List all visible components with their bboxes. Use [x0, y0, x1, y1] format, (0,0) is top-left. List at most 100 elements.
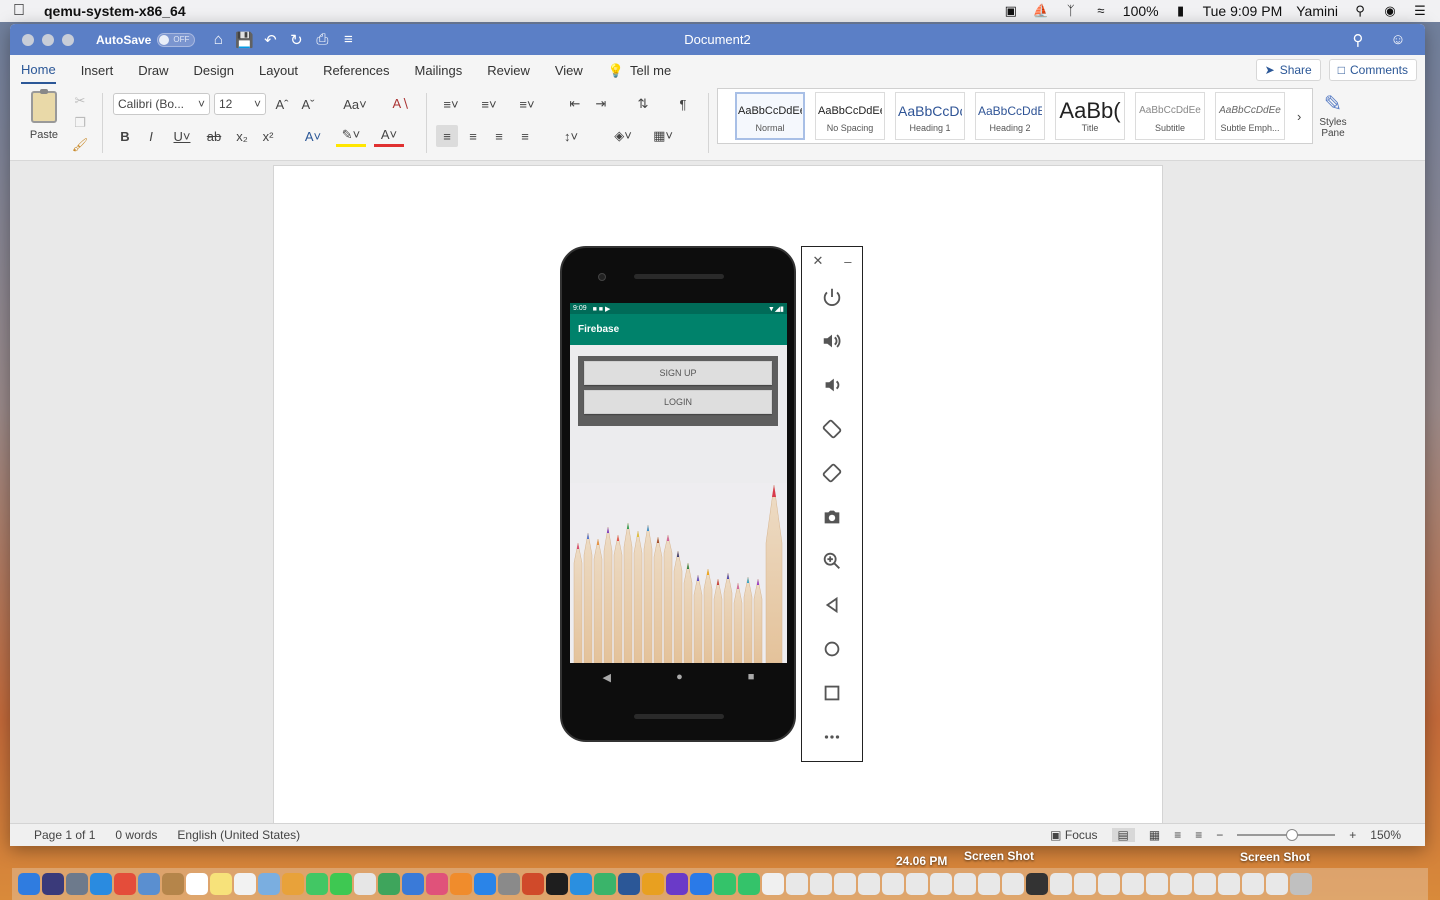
bold-icon[interactable]: B — [116, 125, 134, 147]
signup-button[interactable]: SIGN UP — [584, 361, 772, 385]
document-icon[interactable] — [762, 873, 784, 895]
screenshot-button[interactable] — [802, 495, 862, 539]
screenshot-thumb-icon[interactable] — [882, 873, 904, 895]
focus-button[interactable]: ▣ Focus — [1050, 828, 1097, 842]
save-icon[interactable]: 💾 — [233, 30, 255, 50]
screenshot-thumb-icon[interactable] — [978, 873, 1000, 895]
style-title[interactable]: AaBb( Title — [1055, 92, 1125, 140]
github-icon[interactable] — [666, 873, 688, 895]
minimize-window-button[interactable] — [42, 33, 54, 46]
screenshot-thumb-icon[interactable] — [834, 873, 856, 895]
system-preferences-icon[interactable] — [498, 873, 520, 895]
sublime-icon[interactable] — [642, 873, 664, 895]
screenshot-thumb-icon[interactable] — [1098, 873, 1120, 895]
pages-icon[interactable] — [354, 873, 376, 895]
rotate-left-button[interactable] — [802, 407, 862, 451]
emulator-2-icon[interactable] — [738, 873, 760, 895]
android-studio-icon[interactable] — [594, 873, 616, 895]
zoom-slider[interactable] — [1237, 829, 1336, 841]
highlight-icon[interactable]: ✎˅ — [336, 125, 366, 147]
battery-percent[interactable]: 100% — [1123, 3, 1159, 19]
battery-icon[interactable]: ▮ — [1173, 4, 1189, 18]
bluetooth-icon[interactable]: ᛉ — [1063, 4, 1079, 18]
app-name[interactable]: qemu-system-x86_64 — [44, 3, 186, 19]
grow-font-icon[interactable]: Aˆ — [272, 93, 292, 115]
recents-square-icon[interactable]: ■ — [748, 671, 755, 683]
decrease-indent-icon[interactable]: ⇤ — [564, 93, 586, 115]
align-center-icon[interactable]: ≡ — [462, 125, 484, 147]
justify-icon[interactable]: ≡ — [514, 125, 536, 147]
paste-button[interactable]: Paste — [22, 89, 66, 141]
outline-icon[interactable]: ≡ — [1174, 828, 1181, 842]
search-icon[interactable]: ⚲ — [1347, 30, 1369, 50]
desktop-file-time[interactable]: 24.06 PM — [896, 854, 947, 868]
finder-icon[interactable] — [18, 873, 40, 895]
zoom-button[interactable] — [802, 539, 862, 583]
power-button[interactable] — [802, 275, 862, 319]
line-spacing-icon[interactable]: ↕˅ — [554, 125, 588, 147]
show-formatting-icon[interactable]: ¶ — [672, 93, 694, 115]
home-icon[interactable]: ⌂ — [207, 30, 229, 50]
print-layout-icon[interactable]: ▤ — [1111, 828, 1135, 842]
more-button[interactable] — [802, 715, 862, 759]
style-subtitle[interactable]: AaBbCcDdEe Subtitle — [1135, 92, 1205, 140]
screenshot-thumb-icon[interactable] — [786, 873, 808, 895]
clock[interactable]: Tue 9:09 PM — [1203, 3, 1283, 19]
share-button[interactable]: ➤ Share — [1255, 59, 1321, 81]
web-layout-icon[interactable]: ▦ — [1149, 828, 1160, 842]
rotate-right-button[interactable] — [802, 451, 862, 495]
copy-icon[interactable]: ❐ — [72, 115, 88, 131]
screenshot-thumb-icon[interactable] — [1026, 873, 1048, 895]
style-normal[interactable]: AaBbCcDdEe Normal — [735, 92, 805, 140]
siri-icon[interactable] — [42, 873, 64, 895]
italic-icon[interactable]: I — [142, 125, 160, 147]
draft-icon[interactable]: ≡ — [1195, 828, 1202, 842]
safari-icon[interactable] — [90, 873, 112, 895]
bullets-icon[interactable]: ≡˅ — [436, 93, 466, 115]
screenshot-thumb-icon[interactable] — [1218, 873, 1240, 895]
screenshot-thumb-icon[interactable] — [1122, 873, 1144, 895]
screenshot-thumb-icon[interactable] — [1194, 873, 1216, 895]
autosave-toggle[interactable]: OFF — [157, 32, 196, 47]
underline-icon[interactable]: U˅ — [168, 125, 196, 147]
page-count[interactable]: Page 1 of 1 — [34, 828, 95, 842]
close-window-button[interactable] — [22, 33, 34, 46]
books-icon[interactable] — [450, 873, 472, 895]
multilevel-list-icon[interactable]: ≡˅ — [512, 93, 542, 115]
login-button[interactable]: LOGIN — [584, 390, 772, 414]
app-store-icon[interactable] — [474, 873, 496, 895]
messages-icon[interactable] — [306, 873, 328, 895]
reminders-icon[interactable] — [234, 873, 256, 895]
style-heading-2[interactable]: AaBbCcDdEe Heading 2 — [975, 92, 1045, 140]
strikethrough-icon[interactable]: ab — [204, 125, 224, 147]
trash-icon[interactable] — [1290, 873, 1312, 895]
photos-icon[interactable] — [282, 873, 304, 895]
maps-icon[interactable] — [258, 873, 280, 895]
tell-me[interactable]: 💡 Tell me — [608, 57, 671, 84]
increase-indent-icon[interactable]: ⇥ — [590, 93, 612, 115]
overview-button[interactable] — [802, 671, 862, 715]
android-phone-image[interactable]: 9:09 ■ ■ ▶ ▼◢▮ Firebase SIGN UP LOGIN ◀ … — [560, 246, 796, 742]
language[interactable]: English (United States) — [177, 828, 300, 842]
shrink-font-icon[interactable]: Aˇ — [298, 93, 318, 115]
preview-icon[interactable] — [138, 873, 160, 895]
screenshot-thumb-icon[interactable] — [1266, 873, 1288, 895]
numbers-icon[interactable] — [378, 873, 400, 895]
customize-toolbar-icon[interactable]: ≡ — [337, 30, 359, 50]
spotlight-icon[interactable]: ⚲ — [1352, 4, 1368, 18]
skype-icon[interactable] — [570, 873, 592, 895]
screenshot-thumb-icon[interactable] — [1170, 873, 1192, 895]
tab-draw[interactable]: Draw — [138, 57, 168, 83]
change-case-button[interactable]: Aa ˅ — [338, 93, 372, 115]
screenshot-thumb-icon[interactable] — [1002, 873, 1024, 895]
tab-mailings[interactable]: Mailings — [415, 57, 463, 83]
minimize-icon[interactable]: – — [844, 254, 851, 269]
tab-review[interactable]: Review — [487, 57, 530, 83]
siri-icon[interactable]: ◉ — [1382, 4, 1398, 18]
powerpoint-icon[interactable] — [522, 873, 544, 895]
tab-layout[interactable]: Layout — [259, 57, 298, 83]
word-count[interactable]: 0 words — [115, 828, 157, 842]
chrome-icon[interactable] — [114, 873, 136, 895]
apple-icon[interactable]:  — [12, 2, 26, 20]
tab-references[interactable]: References — [323, 57, 389, 83]
